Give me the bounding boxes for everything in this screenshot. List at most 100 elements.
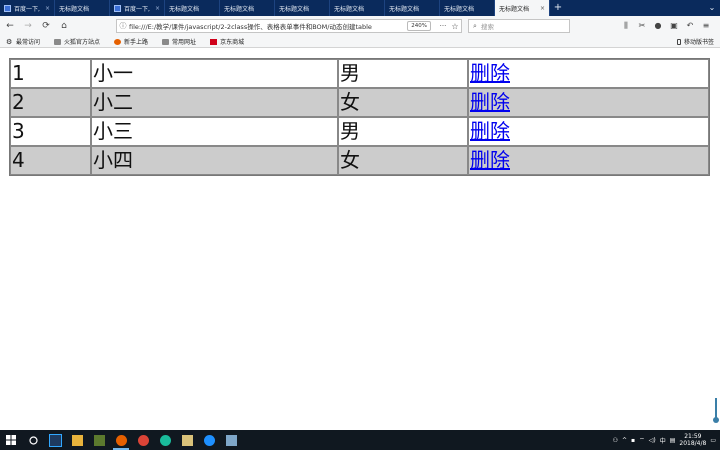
url-bar[interactable]: ⓘ file:///E:/教学/课件/javascript/2-2class操作… bbox=[116, 19, 462, 33]
info-icon[interactable]: ⓘ bbox=[117, 21, 129, 31]
jd-icon bbox=[210, 38, 218, 45]
new-tab-button[interactable]: + bbox=[550, 0, 566, 16]
gear-icon: ⚙ bbox=[6, 37, 13, 46]
tab[interactable]: 百度一下, × bbox=[110, 0, 165, 16]
taskbar-app[interactable] bbox=[132, 430, 154, 450]
undo-icon[interactable]: ↶ bbox=[682, 18, 698, 34]
cell-id: 3 bbox=[10, 117, 91, 146]
bookmark-getting-started[interactable]: 新手上路 bbox=[114, 37, 148, 46]
tab-active[interactable]: 无标题文档 × bbox=[495, 0, 550, 16]
cell-id: 1 bbox=[10, 59, 91, 88]
cell-id: 2 bbox=[10, 88, 91, 117]
taskbar-app[interactable] bbox=[154, 430, 176, 450]
app-icon bbox=[225, 434, 237, 446]
close-tab-icon[interactable]: × bbox=[45, 5, 50, 12]
bookmark-label: 常用网址 bbox=[172, 39, 197, 46]
clock-date: 2018/4/8 bbox=[679, 440, 707, 447]
app-icon bbox=[159, 434, 171, 446]
tab-title: 无标题文档 bbox=[334, 5, 365, 13]
cell-name: 小一 bbox=[91, 59, 338, 88]
taskbar-app[interactable] bbox=[176, 430, 198, 450]
tab[interactable]: 无标题文档 bbox=[330, 0, 385, 16]
firefox-icon bbox=[114, 38, 122, 45]
show-hidden-icon[interactable]: ^ bbox=[622, 437, 627, 444]
close-tab-icon[interactable]: × bbox=[155, 5, 160, 12]
table-row: 1 小一 男 删除 bbox=[10, 59, 709, 88]
back-button[interactable]: ← bbox=[2, 18, 18, 34]
bookmark-label: 最常访问 bbox=[16, 39, 41, 46]
cell-gender: 女 bbox=[338, 88, 468, 117]
bookmark-common-sites[interactable]: 常用网址 bbox=[162, 37, 196, 46]
page-icon bbox=[114, 4, 121, 12]
bookmark-star-icon[interactable]: ☆ bbox=[449, 22, 461, 31]
tab-title: 无标题文档 bbox=[59, 5, 90, 13]
keyboard-icon[interactable]: ▤ bbox=[670, 437, 676, 444]
person-icon[interactable]: ⚇ bbox=[613, 437, 618, 444]
tab[interactable]: 无标题文档 bbox=[440, 0, 495, 16]
table-row: 3 小三 男 删除 bbox=[10, 117, 709, 146]
bookmark-jd[interactable]: 京东商城 bbox=[210, 37, 244, 46]
notes-icon bbox=[181, 434, 193, 446]
close-tab-icon[interactable]: × bbox=[540, 5, 545, 12]
notification-icon[interactable]: ▭ bbox=[710, 437, 716, 444]
volume-icon[interactable]: ◁) bbox=[649, 437, 656, 444]
chat-icon[interactable]: ● bbox=[650, 18, 666, 34]
edge-icon bbox=[203, 434, 215, 446]
thermometer-widget-icon[interactable] bbox=[713, 398, 719, 424]
taskbar-app[interactable] bbox=[198, 430, 220, 450]
url-text[interactable]: file:///E:/教学/课件/javascript/2-2class操作、表… bbox=[129, 21, 407, 31]
bookmark-label: 新手上路 bbox=[124, 39, 149, 46]
mobile-bookmarks[interactable]: 移动版书签 bbox=[676, 37, 714, 46]
home-button[interactable]: ⌂ bbox=[56, 18, 72, 34]
cell-action: 删除 bbox=[468, 59, 709, 88]
reload-button[interactable]: ⟳ bbox=[38, 18, 54, 34]
sidebar-icon[interactable]: ▣ bbox=[666, 18, 682, 34]
page-content: 1 小一 男 删除 2 小二 女 删除 3 小三 男 删除 4 小四 女 删除 bbox=[0, 48, 720, 430]
folder-icon bbox=[162, 38, 170, 45]
tab-title: 无标题文档 bbox=[499, 5, 530, 13]
tab[interactable]: 无标题文档 bbox=[220, 0, 275, 16]
bookmark-firefox-site[interactable]: 火狐官方站点 bbox=[54, 37, 100, 46]
tab-title: 无标题文档 bbox=[279, 5, 310, 13]
library-icon[interactable]: ⫼ bbox=[618, 18, 634, 34]
taskbar-app-active[interactable] bbox=[110, 430, 132, 450]
menu-icon[interactable]: ≡ bbox=[698, 18, 714, 34]
tab-list-button[interactable]: ⌄ bbox=[704, 0, 720, 16]
tab[interactable]: 无标题文档 bbox=[165, 0, 220, 16]
delete-link[interactable]: 删除 bbox=[470, 61, 510, 85]
folder-icon bbox=[54, 38, 62, 45]
forward-button[interactable]: → bbox=[20, 18, 36, 34]
cell-action: 删除 bbox=[468, 146, 709, 175]
delete-link[interactable]: 删除 bbox=[470, 119, 510, 143]
tab-title: 百度一下, bbox=[124, 5, 150, 13]
tab-title: 百度一下, bbox=[14, 5, 40, 13]
tab-title: 无标题文档 bbox=[224, 5, 255, 13]
taskbar-app[interactable] bbox=[44, 430, 66, 450]
bookmark-most-visited[interactable]: ⚙ 最常访问 bbox=[6, 37, 40, 46]
cell-gender: 女 bbox=[338, 146, 468, 175]
windows-taskbar: ⚇ ^ ▪ ⌔ ◁) 中 ▤ 21:59 2018/4/8 ▭ bbox=[0, 430, 720, 450]
taskbar-app[interactable] bbox=[66, 430, 88, 450]
delete-link[interactable]: 删除 bbox=[470, 90, 510, 114]
zoom-indicator[interactable]: 240% bbox=[407, 21, 431, 31]
tab-title: 无标题文档 bbox=[169, 5, 200, 13]
taskbar-app[interactable] bbox=[88, 430, 110, 450]
search-button[interactable] bbox=[22, 430, 44, 450]
tab[interactable]: 百度一下, × bbox=[0, 0, 55, 16]
tab[interactable]: 无标题文档 bbox=[385, 0, 440, 16]
start-button[interactable] bbox=[0, 430, 22, 450]
taskbar-app[interactable] bbox=[220, 430, 242, 450]
tab[interactable]: 无标题文档 bbox=[275, 0, 330, 16]
ime-indicator[interactable]: 中 bbox=[660, 436, 666, 445]
file-explorer-icon bbox=[71, 434, 83, 446]
cell-name: 小三 bbox=[91, 117, 338, 146]
search-bar[interactable]: ⌕ 搜索 bbox=[468, 19, 570, 33]
screenshot-icon[interactable]: ✂ bbox=[634, 18, 650, 34]
tab[interactable]: 无标题文档 bbox=[55, 0, 110, 16]
tray-app-icon[interactable]: ▪ bbox=[631, 437, 635, 444]
page-actions-icon[interactable]: ··· bbox=[437, 22, 449, 30]
network-icon[interactable]: ⌔ bbox=[639, 436, 645, 444]
clock[interactable]: 21:59 2018/4/8 bbox=[679, 433, 706, 447]
bookmarks-bar: ⚙ 最常访问 火狐官方站点 新手上路 常用网址 京东商城 移动版书签 bbox=[0, 36, 720, 48]
delete-link[interactable]: 删除 bbox=[470, 148, 510, 172]
